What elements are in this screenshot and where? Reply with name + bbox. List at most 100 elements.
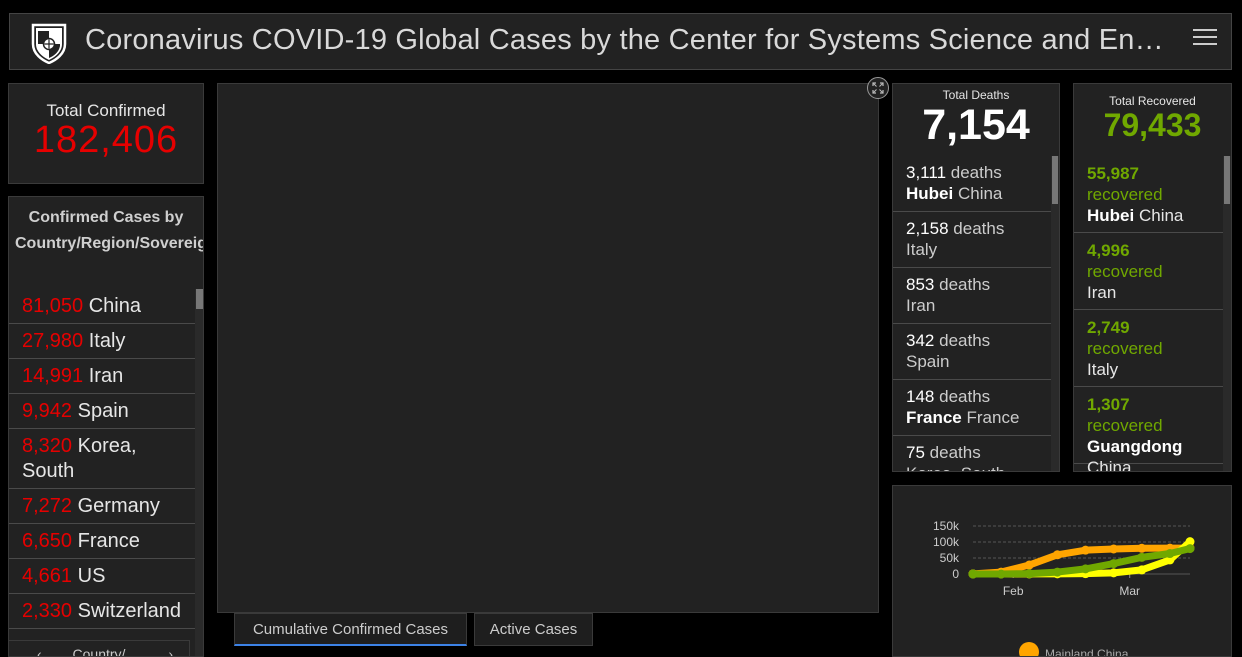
list-item[interactable]: 9,942 Spain <box>9 394 196 429</box>
country-list-panel: Confirmed Cases by Country/Region/Sovere… <box>8 196 204 657</box>
chart-y-tick-label: 150k <box>933 519 960 533</box>
tab-cumulative-confirmed[interactable]: Cumulative Confirmed Cases <box>234 613 467 646</box>
recovered-count: 4,996 <box>1087 241 1130 260</box>
list-item[interactable]: 55,987 recovered Hubei China <box>1074 156 1223 233</box>
chart-data-point <box>1137 565 1147 575</box>
total-confirmed-value: 182,406 <box>33 119 179 161</box>
recovered-country: Iran <box>1087 283 1117 302</box>
country-list-title: Confirmed Cases by Country/Region/Sovere… <box>15 209 203 252</box>
chart-data-point <box>1109 568 1119 578</box>
list-item[interactable]: 1,307 recovered Guangdong China <box>1074 387 1223 471</box>
list-item-count: 2,330 <box>22 600 73 622</box>
list-item[interactable]: 6,650 France <box>9 524 196 559</box>
chart-y-tick-label: 50k <box>940 551 960 565</box>
cases-chart-panel: 150k 100k 50k 0 Feb Mar Mainland China <box>892 485 1232 657</box>
chart-data-point <box>1185 544 1195 554</box>
recovered-scroll-thumb[interactable] <box>1224 156 1230 204</box>
country-list-scrollbar[interactable] <box>195 289 203 656</box>
list-item[interactable]: 4,996 recovered Iran <box>1074 233 1223 310</box>
country-list: 81,050 China 27,980 Italy 14,991 Iran 9,… <box>9 289 196 629</box>
chevron-left-icon[interactable]: ‹ <box>37 641 42 656</box>
country-list-scroll-thumb[interactable] <box>196 289 203 309</box>
chart-data-point <box>1137 543 1147 553</box>
total-recovered-panel: Total Recovered 79,433 55,987 recovered … <box>1073 83 1232 472</box>
list-item-count: 9,942 <box>22 400 73 422</box>
list-item[interactable]: 8,320 Korea, South <box>9 429 196 489</box>
death-country: Iran <box>906 296 936 315</box>
death-country: China <box>957 184 1003 203</box>
list-item-count: 81,050 <box>22 295 84 317</box>
list-item[interactable]: 75 deaths Korea, South <box>893 436 1052 471</box>
chart-data-point <box>1052 550 1062 560</box>
total-deaths-panel: Total Deaths 7,154 3,111 deaths Hubei Ch… <box>892 83 1060 472</box>
list-item[interactable]: 27,980 Italy <box>9 324 196 359</box>
list-item[interactable]: 2,330 Switzerland <box>9 594 196 629</box>
recovered-unit: recovered <box>1087 416 1163 435</box>
recovered-count: 55,987 <box>1087 164 1139 183</box>
death-count: 3,111 <box>906 163 947 182</box>
total-deaths-value: 7,154 <box>922 101 1030 149</box>
death-unit: deaths <box>953 219 1005 238</box>
list-item[interactable]: 853 deaths Iran <box>893 268 1052 324</box>
recovered-region: Guangdong <box>1087 437 1183 456</box>
chart-data-point <box>996 569 1006 579</box>
chart-data-point <box>1081 545 1091 555</box>
death-unit: deaths <box>950 163 1002 182</box>
chart-data-point <box>968 569 978 579</box>
recovered-country: Italy <box>1087 360 1119 379</box>
expand-icon[interactable] <box>867 77 889 99</box>
list-item-count: 7,272 <box>22 495 73 517</box>
chart-y-tick-label: 0 <box>952 567 959 581</box>
recovered-unit: recovered <box>1087 339 1163 358</box>
death-count: 148 <box>906 387 935 406</box>
cases-line-chart: 150k 100k 50k 0 Feb Mar Mainland China <box>933 519 1195 656</box>
chart-data-point <box>1109 544 1119 554</box>
university-shield-icon <box>31 23 67 64</box>
list-item-name: US <box>77 565 106 587</box>
chart-legend-label: Mainland China <box>1045 647 1129 656</box>
list-item-name: France <box>77 530 140 552</box>
list-item[interactable]: 7,272 Germany <box>9 489 196 524</box>
list-item[interactable]: 2,158 deaths Italy <box>893 212 1052 268</box>
chart-data-point <box>1081 564 1091 574</box>
recovered-unit: recovered <box>1087 262 1163 281</box>
deaths-list: 3,111 deaths Hubei China 2,158 deaths It… <box>893 156 1052 471</box>
list-item-name: Germany <box>77 495 160 517</box>
recovered-country: China <box>1138 206 1184 225</box>
death-region: Hubei <box>906 184 954 203</box>
total-confirmed-panel: Total Confirmed 182,406 <box>8 83 204 184</box>
list-item[interactable]: 4,661 US <box>9 559 196 594</box>
hamburger-icon[interactable] <box>1193 27 1217 53</box>
app-header: Coronavirus COVID-19 Global Cases by the… <box>9 13 1232 70</box>
recovered-country: China <box>1087 458 1132 472</box>
death-count: 853 <box>906 275 935 294</box>
list-item-count: 27,980 <box>22 330 84 352</box>
chart-x-tick-label: Feb <box>1003 584 1024 598</box>
tab-active-cases[interactable]: Active Cases <box>474 613 593 646</box>
chart-x-tick-label: Mar <box>1119 584 1140 598</box>
list-item[interactable]: 2,749 recovered Italy <box>1074 310 1223 387</box>
deaths-scroll-thumb[interactable] <box>1052 156 1058 204</box>
list-item[interactable]: 14,991 Iran <box>9 359 196 394</box>
total-confirmed-label: Total Confirmed <box>46 101 166 120</box>
death-unit: deaths <box>929 443 981 462</box>
list-item[interactable]: 148 deaths France France <box>893 380 1052 436</box>
list-item[interactable]: 3,111 deaths Hubei China <box>893 156 1052 212</box>
map-view[interactable] <box>217 83 879 613</box>
list-item-name: Spain <box>77 400 129 422</box>
country-list-footer-label: Country/ <box>72 646 126 657</box>
death-count: 75 <box>906 443 925 462</box>
death-unit: deaths <box>939 331 991 350</box>
chart-data-point <box>1024 560 1034 570</box>
list-item[interactable]: 81,050 China <box>9 289 196 324</box>
chart-data-point <box>1024 569 1034 579</box>
chevron-right-icon[interactable]: › <box>168 641 173 656</box>
list-item[interactable]: 342 deaths Spain <box>893 324 1052 380</box>
chart-data-point <box>1165 549 1175 559</box>
chart-data-point <box>1052 567 1062 577</box>
total-recovered-label: Total Recovered <box>1109 94 1196 108</box>
chart-y-tick-label: 100k <box>933 535 960 549</box>
list-item-count: 8,320 <box>22 435 73 457</box>
death-count: 2,158 <box>906 219 949 238</box>
list-item-name: Iran <box>88 365 124 387</box>
